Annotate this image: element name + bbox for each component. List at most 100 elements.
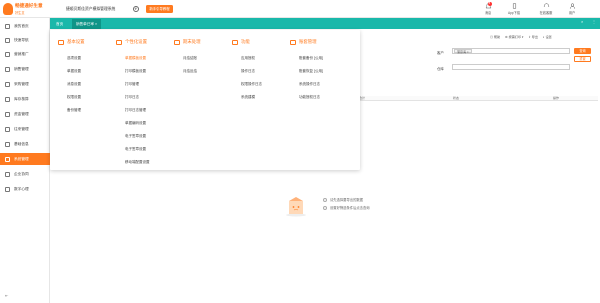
menu-item[interactable]: 账套备份 [公用] (290, 52, 346, 65)
menu-item[interactable]: 操作日志 (232, 65, 288, 78)
customer-tag[interactable]: 蒲京海 × (454, 49, 472, 54)
empty-hint-2: 设置好筛选条件后点击查询 (323, 205, 370, 210)
sidebar-item-collab[interactable]: 企业协同 (0, 168, 50, 180)
menu-col-personal: 个性化设置 单据模板设置 打印模板设置 打印管理 打印日志 打印日志管理 单据编… (116, 38, 172, 169)
person-settings-icon (116, 39, 122, 45)
system-menu-dropdown: 基本设置 选项设置 单据设置 消息设置 权限设置 备份管理 个性化设置 单据模板… (50, 30, 360, 170)
menu-item[interactable]: 打印管理 (116, 78, 172, 91)
empty-box-illustration (284, 195, 308, 217)
menu-item[interactable]: 系统建模 (232, 91, 288, 104)
app-logo[interactable]: 畅捷通好生意 好生意 (3, 2, 47, 16)
ledger-icon (5, 126, 10, 132)
menu-col-period-end-title: 期末处理 (174, 38, 230, 46)
settings-button[interactable]: ◐ 设置 (543, 35, 552, 39)
menu-col-functions: 功能 应用授权 操作日志 权限操作日志 系统建模 (232, 38, 288, 104)
sidebar-item-system[interactable]: 系统管理 (0, 153, 50, 165)
headset-icon (543, 3, 550, 9)
sidebar-item-quick-nav[interactable]: 快速导航 (0, 34, 50, 46)
online-service-label: 在线客服 (539, 11, 553, 15)
customer-label: 客户 (437, 51, 444, 55)
sidebar-item-basic-info[interactable]: 基础信息 (0, 138, 50, 150)
close-all-icon[interactable]: × (581, 19, 583, 24)
menu-item[interactable]: 消息设置 (58, 78, 114, 91)
chart-icon (5, 186, 10, 192)
home-icon (5, 23, 10, 29)
menu-item[interactable]: 打印模板设置 (116, 65, 172, 78)
sidebar-item-sales[interactable]: 销售管理 (0, 63, 50, 75)
app-name: 畅捷通好生意 (15, 3, 43, 8)
database-icon (5, 141, 10, 147)
tab-menu-icon[interactable]: ⋮ (592, 19, 596, 24)
help-link[interactable]: ◎ 帮助 (490, 35, 500, 39)
tab-bar: 首页 销售单已审 × × ⋮ (50, 18, 600, 29)
user-tool[interactable]: 用户 (561, 3, 583, 16)
menu-item[interactable]: 月结结账 (174, 52, 230, 65)
cart-icon (5, 81, 10, 87)
sidebar-item-digital[interactable]: 数字心理 (0, 183, 50, 195)
menu-item[interactable]: 应用授权 (232, 52, 288, 65)
menu-item[interactable]: 备份管理 (58, 104, 114, 117)
sidebar-item-inventory[interactable]: 库存核算 (0, 93, 50, 105)
export-button[interactable]: ⇪ 导出 (528, 35, 538, 39)
message-tool[interactable]: 8 消息 (477, 2, 499, 16)
menu-col-personal-title: 个性化设置 (116, 38, 172, 46)
warehouse-field[interactable] (452, 64, 570, 70)
settings-icon (58, 39, 64, 45)
menu-col-account-set: 账套管理 账套备份 [公用] 账套恢复 [公用] 系统操作日志 功能授权日志 (290, 38, 346, 104)
menu-item[interactable]: 月结反结 (174, 65, 230, 78)
menu-item[interactable]: 打印日志 (116, 91, 172, 104)
phone-icon (511, 3, 518, 9)
reset-button[interactable]: 重置 (574, 56, 591, 62)
menu-item[interactable]: 选项设置 (58, 52, 114, 65)
menu-item[interactable]: 功能授权日志 (290, 91, 346, 104)
menu-item[interactable]: 系统操作日志 (290, 78, 346, 91)
collab-icon (5, 171, 10, 177)
compass-icon (5, 37, 10, 43)
column-status: 状态 (453, 96, 460, 100)
menu-item[interactable]: 账套恢复 [公用] (290, 65, 346, 78)
sidebar-item-purchase[interactable]: 采购管理 (0, 78, 50, 90)
company-name: 捷顺贝斯佳资产模拟管理系统 (66, 7, 116, 11)
menu-item[interactable]: 电子签章设置 (116, 143, 172, 156)
menu-item[interactable]: 单据编码设置 (116, 117, 172, 130)
menu-item[interactable]: 权限设置 (58, 91, 114, 104)
collapse-sidebar-icon[interactable]: ⇤ (5, 293, 8, 298)
sidebar-item-marketing[interactable]: 营销推广 (0, 48, 50, 60)
wallet-icon (5, 111, 10, 117)
app-subtitle: 好生意 (15, 11, 25, 15)
sidebar-item-home[interactable]: 我的首页 (0, 20, 50, 32)
sidebar: 我的首页 快速导航 营销推广 销售管理 采购管理 库存核算 资金管理 往来管理 … (0, 18, 50, 303)
menu-item[interactable]: 权限操作日志 (232, 78, 288, 91)
grid-header: 合计 状态 操作 (343, 96, 598, 101)
gear-icon (5, 156, 10, 162)
tab-home[interactable]: 首页 (52, 19, 67, 29)
sidebar-item-accounts[interactable]: 往来管理 (0, 123, 50, 135)
print-dropdown[interactable]: ⚙ 按需打印 ▾ (505, 35, 523, 39)
menu-item[interactable]: 电子签章设置 (116, 130, 172, 143)
company-selector[interactable]: 捷顺贝斯佳资产模拟管理系统 ▼ (63, 5, 137, 13)
query-button[interactable]: 查询 (574, 48, 591, 54)
online-service-tool[interactable]: 在线客服 (535, 3, 557, 16)
top-bar: 畅捷通好生意 好生意 捷顺贝斯佳资产模拟管理系统 ▼ ? 新手引导教程 8 消息… (0, 0, 600, 18)
box-icon (5, 96, 10, 102)
menu-col-account-set-title: 账套管理 (290, 38, 346, 46)
calendar-icon (174, 39, 180, 45)
help-icon[interactable]: ? (133, 6, 139, 12)
menu-col-basic-title: 基本设置 (58, 38, 114, 46)
app-download-tool[interactable]: App下载 (503, 3, 525, 16)
menu-col-functions-title: 功能 (232, 38, 288, 46)
menu-item[interactable]: 单据设置 (58, 65, 114, 78)
app-download-label: App下载 (507, 11, 521, 15)
tab-sales-order[interactable]: 销售单已审 × (72, 19, 102, 29)
menu-item[interactable]: 打印日志管理 (116, 104, 172, 117)
sales-icon (5, 66, 10, 72)
tutorial-button[interactable]: 新手引导教程 (146, 5, 173, 13)
sidebar-item-funds[interactable]: 资金管理 (0, 108, 50, 120)
user-icon (569, 3, 576, 9)
menu-item[interactable]: 移动端配置设置 (116, 156, 172, 169)
menu-item[interactable]: 单据模板设置 (116, 52, 172, 65)
menu-col-period-end: 期末处理 月结结账 月结反结 (174, 38, 230, 78)
logo-icon (3, 3, 13, 15)
message-badge: 8 (487, 2, 492, 6)
column-actions: 操作 (553, 96, 560, 100)
